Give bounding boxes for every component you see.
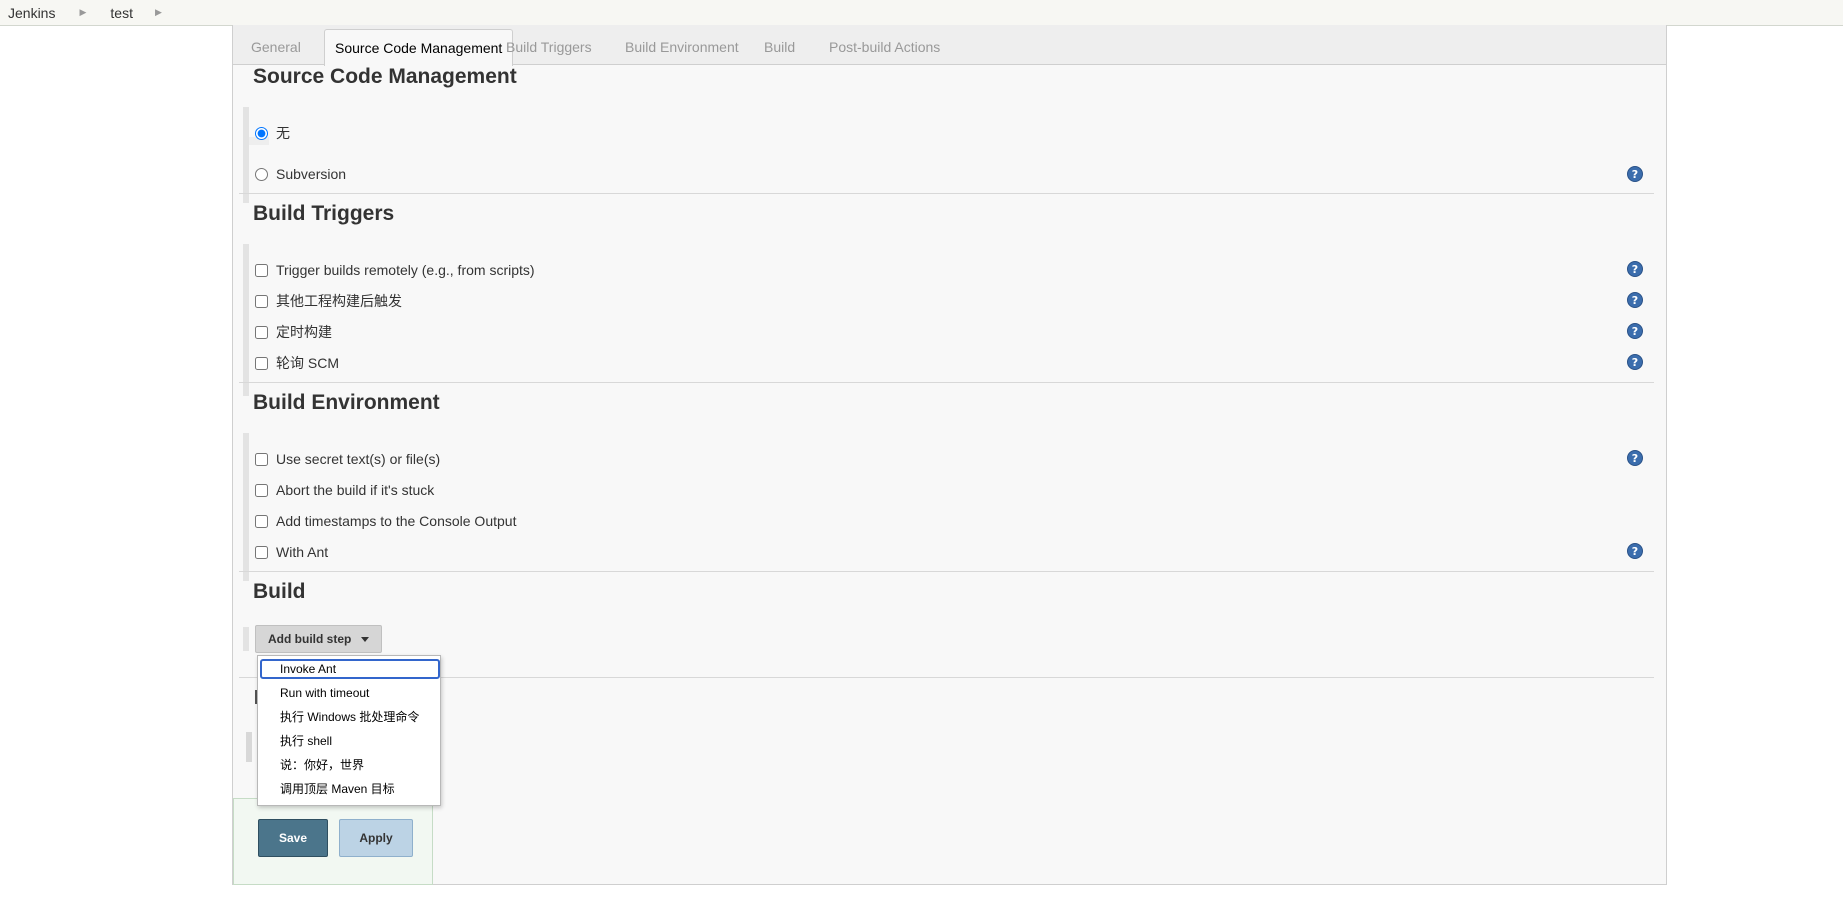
apply-button[interactable]: Apply	[339, 819, 413, 857]
scm-option-subversion[interactable]: Subversion	[255, 162, 346, 186]
breadcrumb-job[interactable]: test	[102, 5, 141, 21]
env-timestamps[interactable]: Add timestamps to the Console Output	[255, 509, 516, 533]
section-indent-bar	[246, 732, 252, 762]
tab-build-environment[interactable]: Build Environment	[615, 29, 749, 65]
env-label: Add timestamps to the Console Output	[276, 513, 517, 529]
add-build-step-menu: Invoke Ant Run with timeout 执行 Windows 批…	[257, 655, 441, 806]
tab-post-build-actions[interactable]: Post-build Actions	[819, 29, 950, 65]
menu-item-maven-targets[interactable]: 调用顶层 Maven 目标	[260, 779, 440, 799]
section-indent-bar	[243, 627, 249, 651]
env-with-ant-checkbox[interactable]	[255, 545, 268, 559]
env-label: With Ant	[276, 544, 329, 560]
trigger-poll-scm-checkbox[interactable]	[255, 356, 268, 370]
scm-subversion-radio[interactable]	[255, 167, 268, 181]
caret-down-icon	[361, 636, 370, 642]
job-config-panel: General Source Code Management Build Tri…	[232, 25, 1667, 885]
menu-item-hello-world[interactable]: 说：你好，世界	[260, 755, 440, 775]
save-apply-bar: Save Apply	[233, 798, 433, 885]
add-build-step-button[interactable]: Add build step	[255, 625, 383, 653]
section-title-build-environment: Build Environment	[253, 391, 440, 414]
breadcrumb: Jenkins ▶ test ▶	[0, 0, 1843, 26]
env-label: Use secret text(s) or file(s)	[276, 451, 441, 467]
section-title-build: Build	[253, 580, 306, 603]
scm-option-none[interactable]: 无	[255, 121, 290, 145]
chevron-right-icon[interactable]: ▶	[79, 7, 86, 18]
section-indent-bar	[243, 244, 249, 396]
help-icon[interactable]: ?	[1627, 166, 1643, 182]
tab-build[interactable]: Build	[754, 29, 805, 65]
menu-item-invoke-ant[interactable]: Invoke Ant	[260, 659, 440, 679]
env-timestamps-checkbox[interactable]	[255, 514, 268, 528]
scm-option-label: 无	[276, 125, 290, 141]
tab-general[interactable]: General	[241, 29, 311, 65]
env-with-ant[interactable]: With Ant	[255, 540, 328, 564]
trigger-periodic[interactable]: 定时构建	[255, 320, 332, 344]
trigger-label: 其他工程构建后触发	[276, 293, 402, 309]
trigger-periodic-checkbox[interactable]	[255, 325, 268, 339]
trigger-after-other-projects[interactable]: 其他工程构建后触发	[255, 289, 402, 313]
trigger-label: Trigger builds remotely (e.g., from scri…	[276, 262, 535, 278]
config-tab-bar: General Source Code Management Build Tri…	[233, 25, 1666, 66]
menu-item-execute-shell[interactable]: 执行 shell	[260, 731, 440, 751]
scm-none-radio[interactable]	[255, 126, 268, 140]
section-title-build-triggers: Build Triggers	[253, 202, 395, 225]
section-divider	[239, 677, 1654, 678]
section-indent-bar	[243, 107, 249, 203]
trigger-poll-scm[interactable]: 轮询 SCM	[255, 351, 339, 375]
section-divider	[239, 193, 1654, 194]
help-icon[interactable]: ?	[1627, 261, 1643, 277]
env-abort-checkbox[interactable]	[255, 483, 268, 497]
menu-item-windows-batch[interactable]: 执行 Windows 批处理命令	[260, 707, 440, 727]
section-divider	[239, 382, 1654, 383]
scm-option-label: Subversion	[276, 166, 347, 182]
help-icon[interactable]: ?	[1627, 543, 1643, 559]
section-indent-bar	[243, 433, 249, 581]
trigger-label: 定时构建	[276, 324, 332, 340]
chevron-right-icon[interactable]: ▶	[155, 7, 162, 18]
trigger-remote-checkbox[interactable]	[255, 263, 268, 277]
help-icon[interactable]: ?	[1627, 292, 1643, 308]
tab-build-triggers[interactable]: Build Triggers	[496, 29, 602, 65]
trigger-remote[interactable]: Trigger builds remotely (e.g., from scri…	[255, 258, 535, 282]
help-icon[interactable]: ?	[1627, 450, 1643, 466]
help-icon[interactable]: ?	[1627, 354, 1643, 370]
env-abort-stuck[interactable]: Abort the build if it's stuck	[255, 478, 434, 502]
add-build-step-label: Add build step	[268, 632, 352, 646]
env-secret-checkbox[interactable]	[255, 452, 268, 466]
section-divider	[239, 571, 1654, 572]
menu-item-run-with-timeout[interactable]: Run with timeout	[260, 683, 440, 703]
env-label: Abort the build if it's stuck	[276, 482, 435, 498]
trigger-label: 轮询 SCM	[276, 355, 339, 371]
tab-source-code-management[interactable]: Source Code Management	[324, 29, 514, 66]
trigger-after-other-checkbox[interactable]	[255, 294, 268, 308]
save-button[interactable]: Save	[258, 819, 328, 857]
breadcrumb-jenkins[interactable]: Jenkins	[0, 5, 63, 21]
env-secret-text[interactable]: Use secret text(s) or file(s)	[255, 447, 440, 471]
section-title-scm: Source Code Management	[253, 65, 517, 88]
help-icon[interactable]: ?	[1627, 323, 1643, 339]
